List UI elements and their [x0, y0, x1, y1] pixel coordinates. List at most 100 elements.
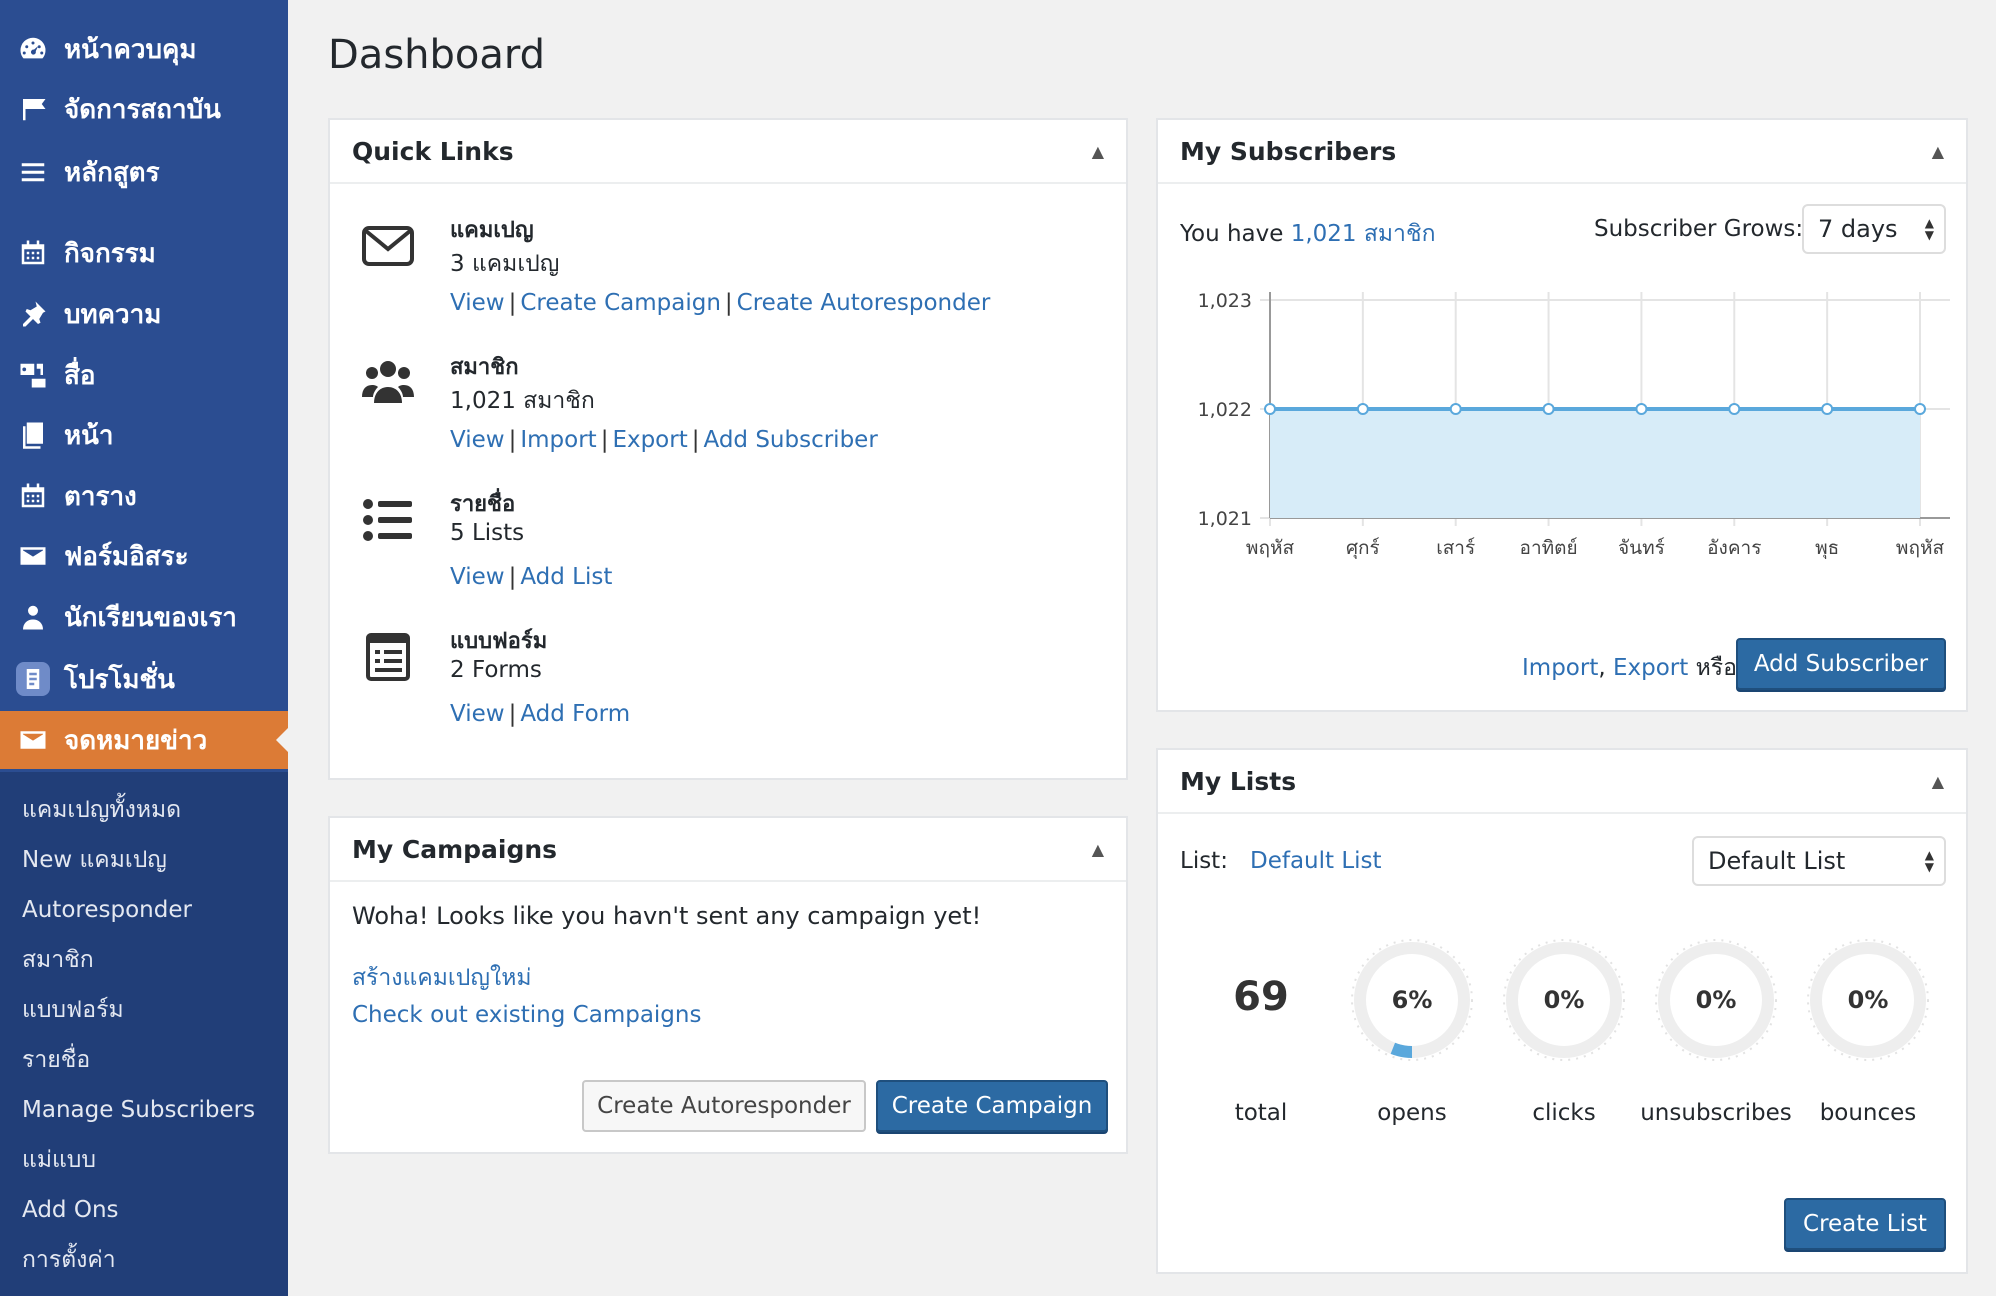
subscriber-footer-links: Import, Export หรือ — [1522, 650, 1737, 686]
sidebar-item-courses[interactable]: หลักสูตร — [0, 143, 288, 201]
panel-header: Quick Links ▲ — [330, 120, 1126, 184]
submenu-templates[interactable]: แม่แบบ — [22, 1140, 96, 1180]
import-link[interactable]: Import — [1522, 655, 1598, 681]
create-list-button[interactable]: Create List — [1784, 1198, 1946, 1250]
submenu-add-ons[interactable]: Add Ons — [22, 1190, 119, 1230]
sidebar-item-label: โปรโมชั่น — [64, 664, 175, 695]
quick-links-panel: Quick Links ▲ แคมเปญ 3 แคมเปญ View | Creat… — [328, 118, 1128, 780]
submenu-lists[interactable]: รายชื่อ — [22, 1040, 90, 1080]
subscriber-summary: You have 1,021 สมาชิก — [1180, 216, 1436, 252]
quick-link-count: 1,021 สมาชิก — [450, 388, 595, 414]
import-link[interactable]: Import — [520, 427, 596, 453]
sidebar-item-schedule[interactable]: ตาราง — [0, 467, 288, 525]
submenu-forms[interactable]: แบบฟอร์ม — [22, 990, 124, 1030]
add-form-link[interactable]: Add Form — [520, 701, 630, 727]
collapse-toggle-icon[interactable]: ▲ — [1092, 142, 1104, 161]
panel-title: My Campaigns — [352, 834, 558, 864]
add-list-link[interactable]: Add List — [520, 564, 612, 590]
sidebar-item-media[interactable]: สื่อ — [0, 346, 288, 404]
stat-donut-opens: 6% — [1346, 934, 1478, 1066]
submenu-new-campaign[interactable]: New แคมเปญ — [22, 840, 167, 880]
x-tick-label: พฤหัส — [1246, 537, 1295, 559]
data-point — [1635, 403, 1648, 415]
collapse-toggle-icon[interactable]: ▲ — [1932, 142, 1944, 161]
stat-donut-bounces: 0% — [1802, 934, 1934, 1066]
list-select[interactable]: Default List ▲ ▼ — [1692, 836, 1946, 886]
list-bullets-icon — [360, 492, 416, 548]
sidebar-item-label: สื่อ — [64, 360, 96, 391]
x-tick-label: พฤหัส — [1896, 537, 1945, 559]
quick-link-actions: View | Import | Export | Add Subscriber — [450, 427, 878, 453]
existing-campaigns-link[interactable]: Check out existing Campaigns — [352, 1002, 701, 1028]
create-autoresponder-link[interactable]: Create Autoresponder — [737, 290, 991, 316]
quick-link-title: รายชื่อ — [450, 492, 516, 517]
subscriber-count-link[interactable]: 1,021 สมาชิก — [1291, 221, 1436, 247]
add-subscriber-button[interactable]: Add Subscriber — [1736, 638, 1946, 690]
quick-link-title: สมาชิก — [450, 355, 519, 380]
new-campaign-link[interactable]: สร้างแคมเปญใหม่ — [352, 960, 532, 996]
sidebar-item-free-forms[interactable]: ฟอร์มอิสระ — [0, 527, 288, 585]
default-list-link[interactable]: Default List — [1250, 848, 1382, 874]
panel-header: My Lists ▲ — [1158, 750, 1966, 814]
grows-period-select[interactable]: 7 days ▲ ▼ — [1802, 204, 1946, 254]
add-subscriber-link[interactable]: Add Subscriber — [703, 427, 877, 453]
submenu-settings[interactable]: การตั้งค่า — [22, 1240, 116, 1280]
select-arrows-icon: ▲ ▼ — [1924, 848, 1934, 874]
newsletter-submenu: แคมเปญทั้งหมด New แคมเปญ Autoresponder ส… — [0, 772, 288, 1296]
my-subscribers-panel: My Subscribers ▲ You have 1,021 สมาชิก S… — [1156, 118, 1968, 712]
submenu-manage-subscribers[interactable]: Manage Subscribers — [22, 1090, 255, 1130]
sidebar-item-students[interactable]: นักเรียนของเรา — [0, 588, 288, 646]
sidebar-item-posts[interactable]: บทความ — [0, 285, 288, 343]
view-subscribers-link[interactable]: View — [450, 427, 505, 453]
separator: | — [724, 290, 733, 316]
sidebar-item-label: หน้าควบคุม — [64, 34, 197, 65]
user-icon — [16, 600, 50, 634]
quick-link-title: แคมเปญ — [450, 218, 534, 243]
envelope-icon — [360, 218, 416, 274]
separator: | — [691, 427, 700, 453]
quick-link-actions: View | Create Campaign | Create Autoresponde… — [450, 290, 990, 316]
grows-period-value: 7 days — [1818, 215, 1898, 243]
create-campaign-link[interactable]: Create Campaign — [520, 290, 721, 316]
subscriber-growth-chart: 1,023 1,022 1,021 พฤหัส ศุกร์ เสาร์ อาทิตย์ จัน… — [1198, 290, 1950, 560]
view-lists-link[interactable]: View — [450, 564, 505, 590]
view-campaigns-link[interactable]: View — [450, 290, 505, 316]
promotion-icon — [16, 662, 50, 696]
stat-donut-unsubscribes: 0% — [1650, 934, 1782, 1066]
x-tick-label: ศุกร์ — [1346, 537, 1380, 560]
quick-link-count: 3 แคมเปญ — [450, 251, 560, 277]
quick-link-subscribers: สมาชิก 1,021 สมาชิก View | Import | Export | A… — [330, 349, 1126, 479]
quick-link-forms: แบบฟอร์ม 2 Forms View | Add Form — [330, 623, 1126, 753]
separator: | — [508, 427, 517, 453]
export-link[interactable]: Export — [1613, 655, 1688, 681]
panel-title: My Subscribers — [1180, 136, 1397, 166]
export-link[interactable]: Export — [612, 427, 687, 453]
x-tick-label: อาทิตย์ — [1520, 537, 1578, 559]
submenu-autoresponder[interactable]: Autoresponder — [22, 890, 192, 930]
sidebar-item-dashboard[interactable]: หน้าควบคุม — [0, 20, 288, 78]
collapse-toggle-icon[interactable]: ▲ — [1932, 772, 1944, 791]
quick-link-actions: View | Add List — [450, 564, 612, 590]
submenu-all-campaigns[interactable]: แคมเปญทั้งหมด — [22, 790, 181, 830]
stat-label: bounces — [1819, 1100, 1917, 1126]
my-lists-panel: My Lists ▲ List: Default List Default Li… — [1156, 748, 1968, 1274]
form-icon — [360, 629, 416, 685]
create-campaign-button[interactable]: Create Campaign — [876, 1080, 1108, 1132]
list-label: List: — [1180, 848, 1228, 874]
create-autoresponder-button[interactable]: Create Autoresponder — [582, 1080, 866, 1132]
collapse-toggle-icon[interactable]: ▲ — [1092, 840, 1104, 859]
sidebar-item-institution[interactable]: จัดการสถาบัน — [0, 80, 288, 138]
submenu-subscribers[interactable]: สมาชิก — [22, 940, 94, 980]
page-icon — [16, 418, 50, 452]
sidebar-item-promotions[interactable]: โปรโมชั่น — [0, 650, 288, 708]
comma-separator: , — [1598, 655, 1606, 681]
sidebar-item-activities[interactable]: กิจกรรม — [0, 224, 288, 282]
panel-header: My Campaigns ▲ — [330, 818, 1126, 882]
view-forms-link[interactable]: View — [450, 701, 505, 727]
data-point — [1542, 403, 1555, 415]
mail-icon — [16, 539, 50, 573]
sidebar-item-newsletter[interactable]: จดหมายข่าว — [0, 711, 288, 769]
quick-link-title: แบบฟอร์ม — [450, 629, 548, 654]
x-tick-label: จันทร์ — [1618, 537, 1665, 559]
sidebar-item-pages[interactable]: หน้า — [0, 406, 288, 464]
